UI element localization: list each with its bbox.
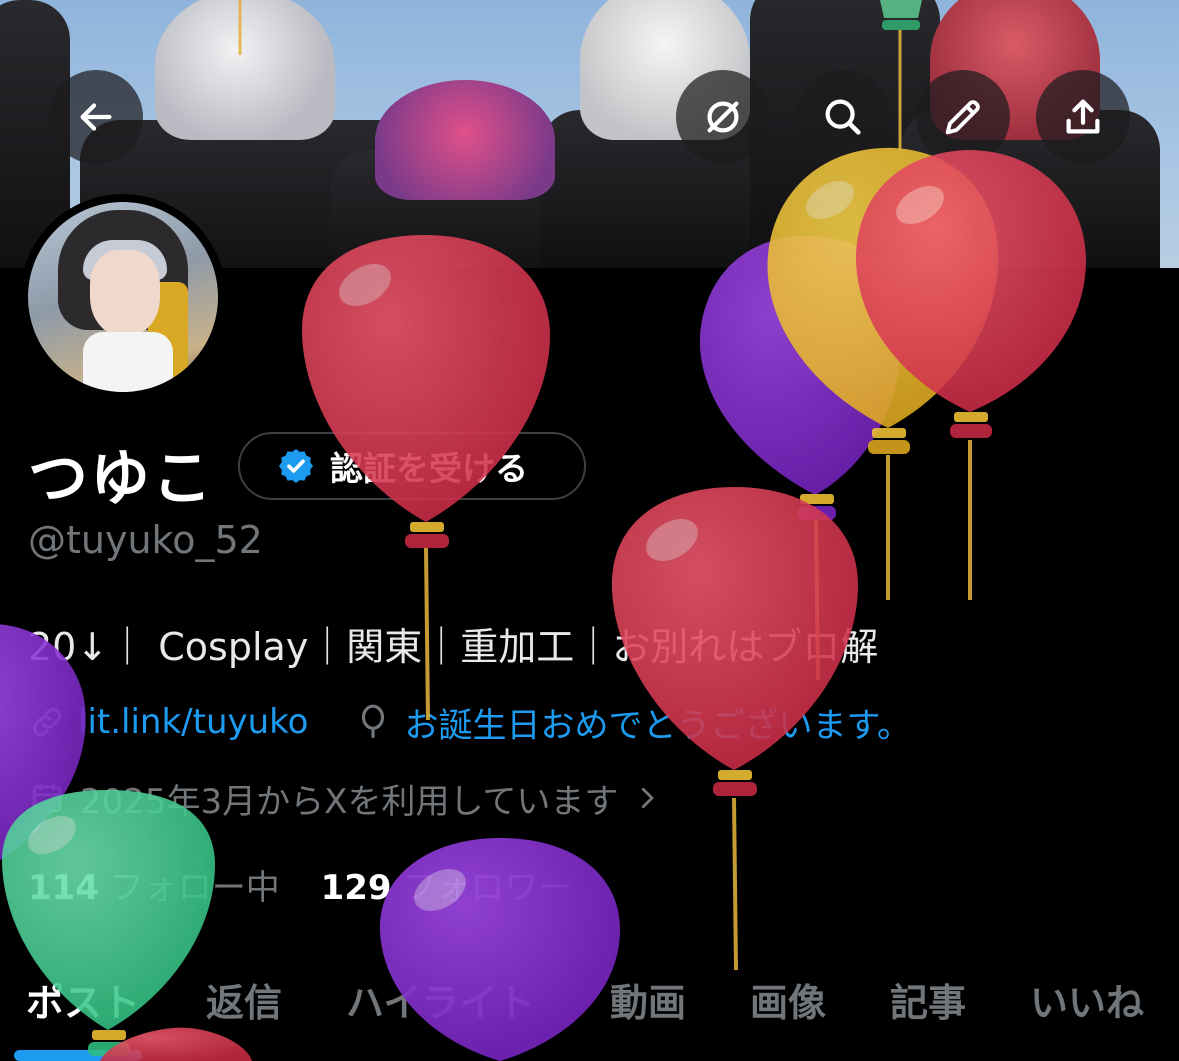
get-verified-button[interactable]: 認証を受ける bbox=[238, 432, 586, 500]
profile-link[interactable]: lit.link/tuyuko bbox=[78, 702, 308, 742]
tab-replies[interactable]: 返信 bbox=[206, 972, 282, 1027]
profile-bio: 20↓｜ Cosplay｜関東｜重加工｜お別れはブロ解 bbox=[28, 625, 879, 669]
active-tab-indicator bbox=[14, 1050, 142, 1061]
arrow-left-icon bbox=[80, 103, 112, 131]
banner-figure bbox=[155, 0, 335, 140]
tab-articles[interactable]: 記事 bbox=[890, 972, 966, 1027]
grok-icon bbox=[707, 101, 739, 133]
grok-button[interactable] bbox=[676, 70, 770, 164]
balloon bbox=[699, 235, 901, 681]
edit-button[interactable] bbox=[916, 70, 1010, 164]
profile-avatar[interactable] bbox=[20, 194, 226, 400]
profile-meta: lit.link/tuyuko お誕生日おめでとうございます。 bbox=[28, 698, 911, 747]
followers-link[interactable]: 129 フォロワー bbox=[321, 868, 573, 908]
share-button[interactable] bbox=[1036, 70, 1130, 164]
following-count: 114 bbox=[28, 868, 99, 908]
search-icon bbox=[825, 99, 861, 135]
followers-label: フォロワー bbox=[402, 868, 573, 908]
profile-tabs: ポスト 返信 ハイライト 動画 画像 記事 いいね bbox=[0, 962, 1179, 1061]
following-label: フォロー中 bbox=[109, 868, 280, 908]
tab-posts[interactable]: ポスト bbox=[26, 972, 140, 1027]
tab-photos[interactable]: 画像 bbox=[750, 972, 826, 1027]
link-icon bbox=[32, 707, 62, 737]
chevron-right-icon bbox=[642, 787, 654, 809]
calendar-icon bbox=[32, 783, 62, 813]
share-icon bbox=[1066, 99, 1100, 134]
birthday-text[interactable]: お誕生日おめでとうございます。 bbox=[404, 698, 911, 747]
tab-likes[interactable]: いいね bbox=[1030, 972, 1144, 1027]
profile-handle: @tuyuko_52 bbox=[28, 518, 263, 562]
profile-name: つゆこ bbox=[28, 444, 214, 514]
follow-stats: 114 フォロー中 129 フォロワー bbox=[28, 860, 572, 909]
back-button[interactable] bbox=[49, 70, 143, 164]
verified-badge-icon bbox=[279, 449, 313, 483]
banner-figure bbox=[375, 80, 555, 200]
balloon-icon bbox=[362, 704, 385, 738]
followers-count: 129 bbox=[320, 868, 392, 908]
avatar-image bbox=[28, 202, 218, 392]
search-button[interactable] bbox=[796, 70, 890, 164]
following-link[interactable]: 114 フォロー中 bbox=[28, 868, 280, 908]
edit-icon bbox=[945, 100, 980, 135]
joined-date: 2025年3月からXを利用しています bbox=[80, 781, 619, 822]
get-verified-label: 認証を受ける bbox=[330, 449, 528, 488]
tab-videos[interactable]: 動画 bbox=[610, 972, 686, 1027]
joined-date-row[interactable]: 2025年3月からXを利用しています bbox=[28, 776, 662, 822]
tab-highlights[interactable]: ハイライト bbox=[346, 972, 535, 1027]
